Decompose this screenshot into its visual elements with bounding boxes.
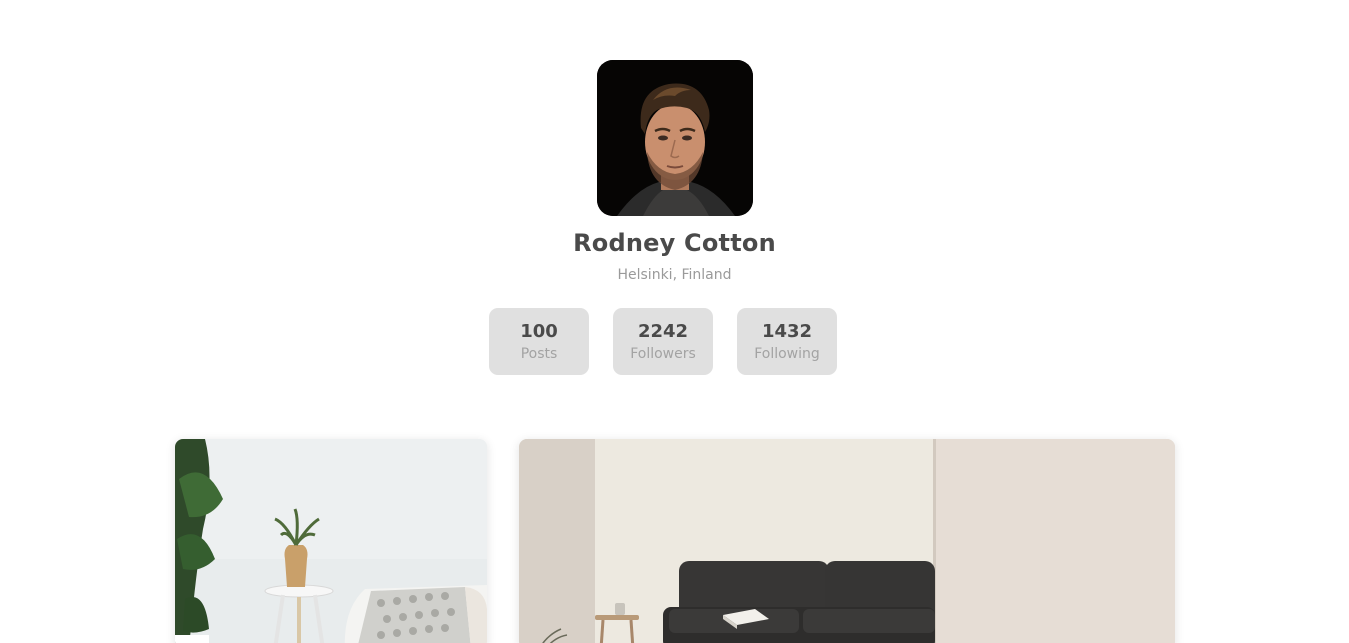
post-image [175,439,487,643]
stat-posts[interactable]: 100 Posts [489,308,589,375]
stat-following-value: 1432 [761,321,813,342]
stat-followers[interactable]: 2242 Followers [613,308,713,375]
profile-name: Rodney Cotton [573,229,776,257]
avatar-photo [597,60,753,216]
stat-followers-value: 2242 [637,321,689,342]
avatar[interactable] [597,60,753,216]
profile-location: Helsinki, Finland [617,267,732,283]
stat-following-label: Following [754,346,820,362]
post-card[interactable] [175,439,487,643]
post-image [519,439,1175,643]
post-card[interactable] [519,439,1175,643]
stat-posts-value: 100 [520,321,558,342]
profile-page: Rodney Cotton Helsinki, Finland 100 Post… [0,0,1349,643]
stat-followers-label: Followers [630,346,696,362]
stat-posts-label: Posts [520,346,558,362]
stat-following[interactable]: 1432 Following [737,308,837,375]
